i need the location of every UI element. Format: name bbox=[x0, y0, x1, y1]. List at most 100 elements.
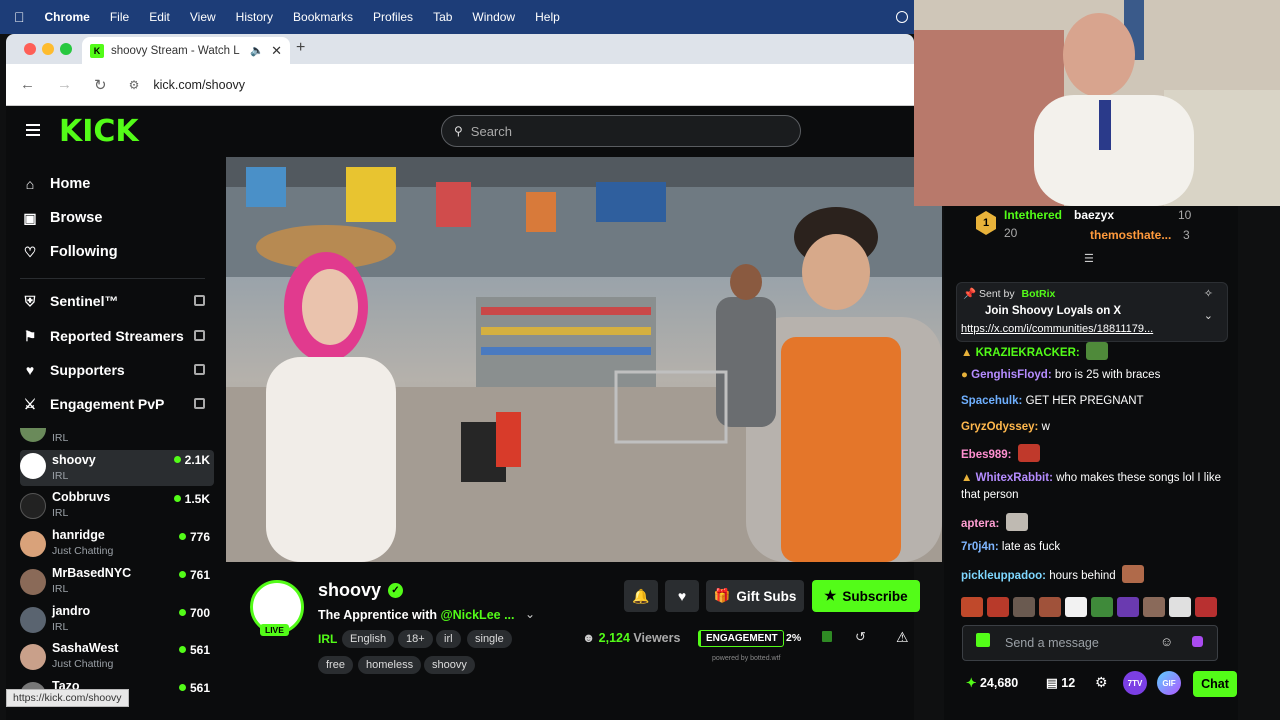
streamer-name[interactable]: shoovy bbox=[318, 580, 381, 601]
tag-english[interactable]: English bbox=[342, 630, 395, 648]
chat-username[interactable]: GenghisFloyd: bbox=[971, 369, 1052, 381]
reload-icon[interactable]: ↻ bbox=[94, 76, 107, 94]
chevron-down-icon[interactable]: ⌄ bbox=[1204, 309, 1213, 322]
nav-reported-streamers[interactable]: ⚑ Reported Streamers bbox=[22, 328, 205, 344]
tag-18plus[interactable]: 18+ bbox=[398, 630, 433, 648]
emote-icon[interactable] bbox=[1091, 597, 1113, 617]
channel-item-sashawest[interactable]: SashaWest Just Chatting 561 bbox=[20, 641, 214, 677]
chart-icon[interactable] bbox=[822, 631, 832, 642]
collapse-icon[interactable]: ☰ bbox=[1084, 252, 1094, 265]
emote-icon[interactable] bbox=[1039, 597, 1061, 617]
share-icon[interactable]: ↺ bbox=[855, 629, 866, 645]
gif-button[interactable]: GIF bbox=[1157, 671, 1181, 695]
kick-logo[interactable]: KICK bbox=[59, 114, 139, 149]
chat-message: 7r0j4n: late as fuck bbox=[961, 539, 1233, 556]
chat-username[interactable]: WhitexRabbit: bbox=[976, 472, 1053, 484]
7tv-button[interactable]: 7TV bbox=[1123, 671, 1147, 695]
chat-username[interactable]: 7r0j4n: bbox=[961, 541, 999, 553]
channel-item-cobbruvs[interactable]: Cobbruvs IRL 1.5K bbox=[20, 490, 214, 526]
leaderboard-name[interactable]: themosthate... bbox=[1090, 228, 1171, 242]
tag-free[interactable]: free bbox=[318, 656, 353, 674]
menu-view[interactable]: View bbox=[190, 10, 216, 24]
channel-item-jandro[interactable]: jandro IRL 700 bbox=[20, 604, 214, 640]
apple-icon[interactable]:  bbox=[14, 9, 25, 25]
nav-browse[interactable]: ▣ Browse bbox=[22, 210, 102, 227]
emoji-icon[interactable]: ☺ bbox=[1160, 634, 1173, 649]
emote-icon[interactable] bbox=[1013, 597, 1035, 617]
subscribe-button[interactable]: ★ Subscribe bbox=[812, 580, 920, 612]
channel-item-hanridge[interactable]: hanridge Just Chatting 776 bbox=[20, 528, 214, 564]
stream-category[interactable]: IRL bbox=[318, 632, 337, 646]
back-icon[interactable]: ← bbox=[20, 76, 35, 93]
menu-window[interactable]: Window bbox=[472, 10, 515, 24]
menu-tab[interactable]: Tab bbox=[433, 10, 452, 24]
settings-gear-icon[interactable]: ⚙ bbox=[1095, 674, 1108, 691]
chat-username[interactable]: aptera: bbox=[961, 518, 999, 530]
url-text[interactable]: kick.com/shoovy bbox=[153, 78, 245, 92]
nav-engagement-pvp[interactable]: ⚔ Engagement PvP bbox=[22, 396, 205, 412]
nav-sentinel[interactable]: ⛨ Sentinel™ bbox=[22, 293, 205, 309]
nav-supporters[interactable]: ♥ Supporters bbox=[22, 362, 205, 378]
menu-edit[interactable]: Edit bbox=[149, 10, 170, 24]
status-icon[interactable] bbox=[896, 11, 908, 23]
webcam-frame bbox=[914, 0, 1280, 206]
notification-bell-button[interactable]: 🔔 bbox=[624, 580, 658, 612]
channel-item-shoovy[interactable]: shoovy IRL 2.1K bbox=[20, 450, 214, 486]
send-chat-button[interactable]: Chat bbox=[1193, 671, 1237, 697]
close-window-icon[interactable] bbox=[24, 43, 36, 55]
gift-icon[interactable] bbox=[976, 633, 990, 647]
unpin-icon[interactable]: ✧ bbox=[1204, 287, 1213, 300]
tag-shoovy[interactable]: shoovy bbox=[424, 656, 475, 674]
speaker-icon[interactable]: 🔈 bbox=[250, 44, 264, 57]
maximize-window-icon[interactable] bbox=[60, 43, 72, 55]
emote-icon[interactable] bbox=[987, 597, 1009, 617]
channel-item-partial[interactable]: IRL bbox=[20, 428, 214, 446]
chevron-down-icon[interactable]: ⌄ bbox=[525, 607, 535, 621]
leaderboard-name[interactable]: Intethered bbox=[1004, 208, 1062, 222]
emote-icon[interactable] bbox=[1169, 597, 1191, 617]
video-player[interactable] bbox=[226, 157, 942, 562]
tag-single[interactable]: single bbox=[467, 630, 512, 648]
botrix-name[interactable]: BotRix bbox=[1022, 288, 1056, 300]
leaderboard-name[interactable]: baezyx bbox=[1074, 208, 1114, 222]
menu-chrome[interactable]: Chrome bbox=[45, 10, 90, 24]
chat-message-input[interactable]: Send a message bbox=[962, 625, 1218, 661]
nav-following[interactable]: ♡ Following bbox=[22, 244, 118, 261]
emote-picker-icon[interactable] bbox=[1192, 636, 1203, 647]
emote-icon[interactable] bbox=[1065, 597, 1087, 617]
tag-irl[interactable]: irl bbox=[436, 630, 461, 648]
chat-username[interactable]: KRAZIEKRACKER: bbox=[976, 347, 1080, 359]
forward-icon[interactable]: → bbox=[57, 76, 72, 93]
pinned-message[interactable]: 📌 Sent by BotRix Join Shoovy Loyals on X… bbox=[956, 282, 1228, 342]
stream-title-mention[interactable]: @NickLee ... bbox=[440, 608, 514, 622]
browser-tab[interactable]: K shoovy Stream - Watch L 🔈 ✕ bbox=[82, 37, 290, 64]
channel-item-mrbasednyc[interactable]: MrBasedNYC IRL 761 bbox=[20, 566, 214, 602]
follow-button[interactable]: ♥ bbox=[665, 580, 699, 612]
channel-points[interactable]: ✦ 24,680 bbox=[966, 675, 1018, 690]
chat-username[interactable]: Spacehulk: bbox=[961, 395, 1022, 407]
report-icon[interactable]: ⚠ bbox=[896, 629, 909, 646]
chat-username[interactable]: pickleuppadoo: bbox=[961, 570, 1046, 582]
search-input[interactable]: ⚲ Search bbox=[441, 115, 801, 147]
menu-history[interactable]: History bbox=[236, 10, 273, 24]
menu-bookmarks[interactable]: Bookmarks bbox=[293, 10, 353, 24]
menu-help[interactable]: Help bbox=[535, 10, 560, 24]
gift-subs-button[interactable]: 🎁 Gift Subs bbox=[706, 580, 804, 612]
pinned-link[interactable]: https://x.com/i/communities/18811179... bbox=[961, 323, 1195, 335]
emote-icon[interactable] bbox=[1195, 597, 1217, 617]
site-info-icon[interactable]: ⚙ bbox=[129, 78, 140, 92]
chat-username[interactable]: GryzOdyssey: bbox=[961, 421, 1038, 433]
emote-icon[interactable] bbox=[1143, 597, 1165, 617]
new-tab-button[interactable]: + bbox=[296, 39, 305, 57]
emote-icon[interactable] bbox=[1117, 597, 1139, 617]
gift-count[interactable]: ▤ 12 bbox=[1046, 675, 1075, 690]
menu-icon[interactable] bbox=[26, 124, 40, 136]
minimize-window-icon[interactable] bbox=[42, 43, 54, 55]
chat-username[interactable]: Ebes989: bbox=[961, 449, 1012, 461]
tag-homeless[interactable]: homeless bbox=[358, 656, 422, 674]
menu-profiles[interactable]: Profiles bbox=[373, 10, 413, 24]
close-tab-icon[interactable]: ✕ bbox=[271, 43, 282, 59]
emote-icon[interactable] bbox=[961, 597, 983, 617]
nav-home[interactable]: ⌂ Home bbox=[22, 176, 91, 192]
menu-file[interactable]: File bbox=[110, 10, 129, 24]
